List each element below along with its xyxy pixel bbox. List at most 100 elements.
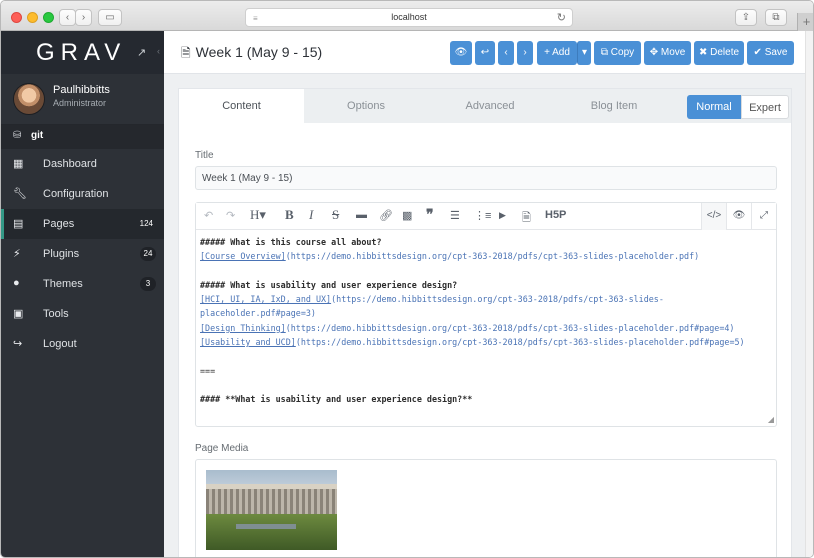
plus-icon: + [544, 47, 550, 58]
share-icon[interactable]: ⇪ [735, 9, 757, 26]
page-header: 🗎︎ Week 1 (May 9 - 15) 👁︎ ↩ ‹ › + Add ▾ ⧉… [164, 31, 807, 74]
address-bar[interactable]: ≡ localhost ↻ [245, 8, 573, 27]
normal-mode-button[interactable]: Normal [687, 95, 741, 119]
photo-roof [206, 484, 337, 489]
bullet-list-icon[interactable]: ☰ [450, 209, 460, 222]
media-thumbnail[interactable] [206, 470, 337, 550]
move-button[interactable]: ✥ Move [644, 41, 691, 65]
tab-options[interactable]: Options [304, 89, 428, 123]
user-role: Administrator [53, 98, 107, 108]
themes-count-badge: 3 [140, 277, 156, 291]
collapse-sidebar-icon[interactable]: ‹ [157, 46, 160, 56]
pdf-icon[interactable]: 🗎︎ [522, 209, 531, 228]
grav-logo[interactable]: GRAV [36, 39, 126, 67]
address-bar-url: localhost [391, 12, 427, 22]
code-line: ##### What is usability and user experie… [200, 279, 458, 290]
code-link: [HCI, UI, IA, IxD, and UX] [200, 294, 332, 305]
page-media-dropzone[interactable] [195, 459, 777, 557]
tab-content[interactable]: Content [179, 89, 304, 123]
briefcase-icon: ▣ [13, 308, 24, 320]
delete-label: Delete [710, 47, 740, 58]
preview-button[interactable]: 👁︎ [450, 41, 472, 65]
plug-icon: ⚡︎ [13, 248, 21, 260]
logout-icon: ↪ [13, 338, 23, 350]
browser-window: ‹ › ▭ ≡ localhost ↻ ⇪ ⧉ + GRAV ↗ ‹ Paulh… [0, 0, 814, 558]
delete-button[interactable]: ✖ Delete [694, 41, 744, 65]
markdown-content[interactable]: ##### What is this course all about? [Co… [200, 235, 774, 407]
sidebar-toggle-icon[interactable]: ▭ [98, 9, 122, 26]
wrench-icon: 🔧︎ [13, 188, 27, 200]
user-profile[interactable]: Paulhibbitts Administrator [1, 74, 164, 125]
heading-icon[interactable]: H▾ [250, 207, 266, 223]
sidebar-item-logout[interactable]: ↪ Logout [1, 329, 164, 359]
title-field[interactable]: Week 1 (May 9 - 15) [195, 166, 777, 190]
reply-icon: ↩ [480, 47, 490, 58]
code-view-icon[interactable]: </> [701, 203, 726, 230]
resize-handle-icon[interactable]: ◢ [768, 415, 774, 424]
tabs-icon[interactable]: ⧉ [765, 9, 787, 26]
code-link: [Usability and UCD] [200, 337, 296, 348]
pages-count-badge: 124 [139, 219, 153, 228]
redo-icon[interactable]: ↷ [226, 209, 235, 222]
fullscreen-icon[interactable]: ⤢ [751, 203, 776, 230]
sidebar-item-label: Pages [43, 218, 75, 230]
tab-blog-item[interactable]: Blog Item [552, 89, 676, 123]
code-url: placeholder.pdf#page=3) [200, 308, 316, 319]
close-icon: ✖ [698, 47, 708, 58]
add-button[interactable]: + Add [537, 41, 577, 65]
horizontal-rule-icon[interactable]: ▬ [356, 209, 367, 221]
plugins-count-badge: 24 [140, 247, 156, 261]
reload-icon[interactable]: ↻ [557, 11, 566, 24]
zoom-window-button[interactable] [43, 12, 54, 23]
forward-icon[interactable]: › [75, 9, 92, 26]
sidebar-item-label: Configuration [43, 188, 109, 200]
h5p-button[interactable]: H5P [545, 209, 566, 221]
sidebar-item-tools[interactable]: ▣ Tools [1, 299, 164, 329]
add-dropdown-button[interactable]: ▾ [577, 41, 591, 65]
editor-toolbar: ↶ ↷ H▾ B I S ▬ 🔗︎ ▩ ❞ ☰ ⋮≡ ▶ 🗎︎ H5P </> [196, 203, 776, 230]
sidebar-item-plugins[interactable]: ⚡︎ Plugins 24 [1, 239, 164, 269]
document-icon: 🗎︎ [181, 46, 191, 60]
back-button[interactable]: ↩ [475, 41, 495, 65]
code-url: (https://demo.hibbittsdesign.org/cpt-363… [295, 337, 745, 348]
editor-tabs: Content Options Advanced Blog Item Norma… [179, 89, 791, 123]
git-sync-item[interactable]: ⛁ git [1, 125, 164, 149]
minimize-window-button[interactable] [27, 12, 38, 23]
new-tab-icon[interactable]: + [797, 13, 813, 31]
image-icon[interactable]: ▩ [402, 209, 412, 222]
close-window-button[interactable] [11, 12, 22, 23]
user-name: Paulhibbitts [53, 84, 110, 96]
undo-icon[interactable]: ↶ [204, 209, 213, 222]
copy-button[interactable]: ⧉ Copy [594, 41, 641, 65]
sidebar-item-dashboard[interactable]: ▦ Dashboard [1, 149, 164, 179]
file-icon: ▤ [13, 218, 24, 230]
main-content: 🗎︎ Week 1 (May 9 - 15) 👁︎ ↩ ‹ › + Add ▾ ⧉… [164, 31, 807, 557]
link-icon[interactable]: 🔗︎ [379, 209, 393, 222]
sidebar-item-label: Themes [43, 278, 83, 290]
save-button[interactable]: ✔ Save [747, 41, 794, 65]
code-link: [Course Overview] [200, 251, 286, 262]
sidebar-item-pages[interactable]: ▤ Pages 124 [1, 209, 164, 239]
copy-label: Copy [610, 47, 635, 58]
code-url: (https://demo.hibbittsdesign.org/cpt-363… [285, 251, 700, 262]
expert-mode-button[interactable]: Expert [741, 95, 789, 119]
italic-icon[interactable]: I [309, 207, 313, 223]
external-link-icon[interactable]: ↗ [137, 46, 146, 59]
strikethrough-icon[interactable]: S [332, 207, 339, 223]
sidebar-item-label: Logout [43, 338, 77, 350]
previous-page-button[interactable]: ‹ [498, 41, 514, 65]
sidebar-item-themes[interactable]: ● Themes 3 [1, 269, 164, 299]
youtube-icon[interactable]: ▶ [499, 210, 506, 221]
page-editor-card: Content Options Advanced Blog Item Norma… [178, 88, 792, 557]
copy-icon: ⧉ [600, 47, 608, 58]
quote-icon[interactable]: ❞ [426, 206, 434, 223]
bold-icon[interactable]: B [285, 207, 294, 223]
sidebar-item-configuration[interactable]: 🔧︎ Configuration [1, 179, 164, 209]
next-page-button[interactable]: › [517, 41, 533, 65]
back-icon[interactable]: ‹ [59, 9, 76, 26]
git-label: git [31, 130, 44, 141]
numbered-list-icon[interactable]: ⋮≡ [474, 209, 491, 222]
page-scrollbar[interactable] [805, 31, 813, 557]
tab-advanced[interactable]: Advanced [428, 89, 552, 123]
preview-eye-icon[interactable]: 👁︎ [726, 203, 751, 230]
